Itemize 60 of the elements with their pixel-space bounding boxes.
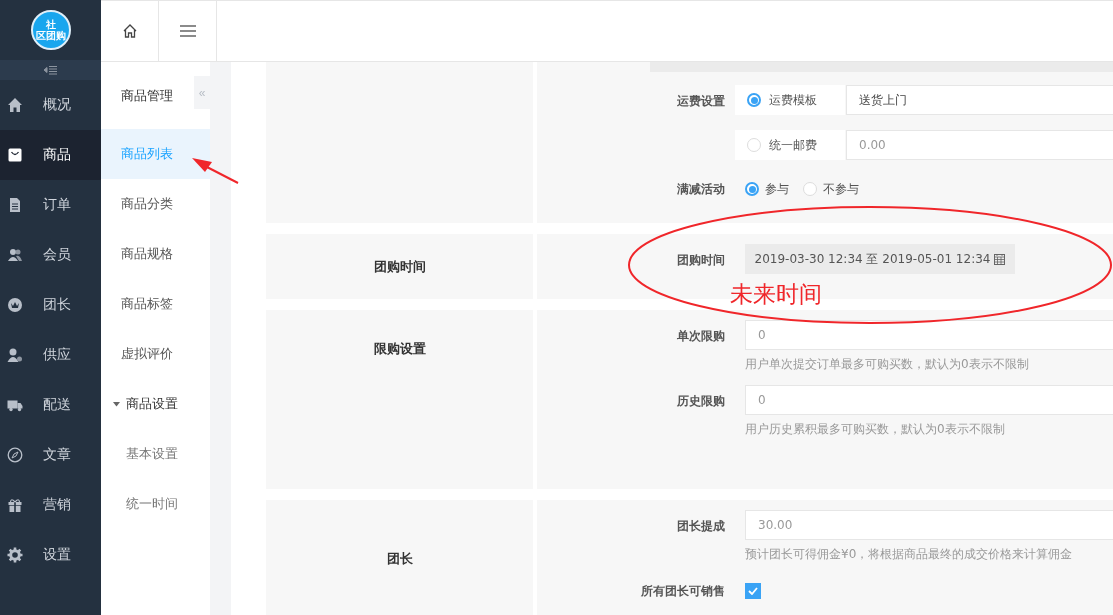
- field-label: 所有团长可销售: [641, 584, 725, 598]
- help-text: 用户单次提交订单最多可购买数，默认为0表示不限制: [745, 356, 1030, 372]
- field-label: 运费设置: [677, 94, 725, 108]
- compass-icon: [7, 447, 23, 463]
- subnav-item[interactable]: 虚拟评价: [101, 329, 210, 379]
- sidebar-item[interactable]: 供应: [0, 330, 101, 380]
- checkmark-icon: [748, 587, 758, 595]
- sidebar-item[interactable]: 概况: [0, 80, 101, 130]
- logo: 社 区团购: [30, 10, 71, 50]
- text-input[interactable]: 0: [745, 385, 1113, 415]
- caret-icon: [113, 401, 120, 407]
- text-input[interactable]: 送货上门: [846, 85, 1113, 115]
- field-label: 团长提成: [677, 519, 725, 533]
- bag-icon: [7, 147, 23, 163]
- menu-icon: [179, 25, 196, 37]
- sidebar-item[interactable]: 商品: [0, 130, 101, 180]
- sidebar-item[interactable]: 配送: [0, 380, 101, 430]
- annotation-arrow: [192, 158, 239, 184]
- section-title: 限购设置: [373, 340, 426, 358]
- collapse-menu-icon[interactable]: [43, 65, 58, 75]
- sidebar-item[interactable]: 订单: [0, 180, 101, 230]
- help-text: 预计团长可得佣金¥0，将根据商品最终的成交价格来计算佣金: [745, 546, 1074, 562]
- subnav-title: 商品管理: [121, 86, 173, 105]
- section-title: 团购时间: [373, 257, 426, 276]
- subnav-item[interactable]: 基本设置: [101, 429, 210, 479]
- subnav-item[interactable]: 统一时间: [101, 479, 210, 529]
- annotation-text: 未来时间: [730, 280, 822, 309]
- subnav-item[interactable]: 商品规格: [101, 229, 210, 279]
- sidebar-item[interactable]: 设置: [0, 530, 101, 580]
- subnav-item[interactable]: 商品标签: [101, 279, 210, 329]
- people-icon: [7, 247, 23, 263]
- field-label: 满减活动: [677, 182, 725, 196]
- field-label: 团购时间: [677, 253, 725, 267]
- subnav-group[interactable]: 商品设置: [101, 379, 210, 429]
- gift-icon: [7, 497, 23, 513]
- help-text: 用户历史累积最多可购买数，默认为0表示不限制: [745, 421, 1006, 437]
- subnav-item[interactable]: 商品分类: [101, 179, 210, 229]
- document-icon: [7, 197, 23, 213]
- radio-option[interactable]: 统一邮费: [735, 130, 845, 160]
- radio-option[interactable]: 不参与: [803, 180, 859, 198]
- sidebar-item[interactable]: 营销: [0, 480, 101, 530]
- field-label: 历史限购: [677, 394, 725, 408]
- date-range-field[interactable]: 2019-03-30 12:34 至 2019-05-01 12:34: [745, 244, 1015, 274]
- person-icon: [7, 347, 23, 363]
- sidebar-item[interactable]: 团长: [0, 280, 101, 330]
- text-input[interactable]: 0.00: [846, 130, 1113, 160]
- home-icon: [7, 97, 23, 113]
- sidebar-item[interactable]: 会员: [0, 230, 101, 280]
- section-title: 团长: [386, 549, 413, 568]
- text-input[interactable]: 0: [745, 320, 1113, 350]
- crown-icon: [7, 297, 23, 313]
- home-icon: [121, 23, 138, 39]
- calendar-icon: [994, 253, 1006, 265]
- text-input[interactable]: 30.00: [745, 510, 1113, 540]
- radio-option[interactable]: 参与: [745, 180, 789, 198]
- radio-option[interactable]: 运费模板: [735, 85, 845, 115]
- field-label: 单次限购: [677, 329, 725, 343]
- sidebar-item[interactable]: 文章: [0, 430, 101, 480]
- settings-icon: [7, 547, 23, 563]
- checkbox[interactable]: [745, 583, 761, 599]
